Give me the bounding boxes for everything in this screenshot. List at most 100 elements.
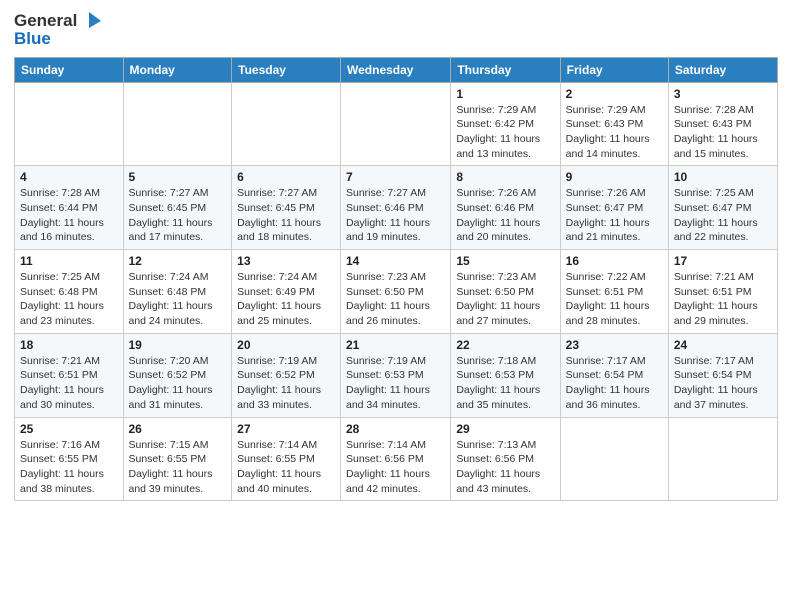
calendar-cell: 3Sunrise: 7:28 AM Sunset: 6:43 PM Daylig… (668, 82, 777, 166)
week-row-1: 4 Sunrise: 7:28 AM Sunset: 6:44 PM Daylig… (15, 166, 778, 250)
calendar-cell: 13Sunrise: 7:24 AM Sunset: 6:49 PM Dayli… (232, 250, 341, 334)
cell-info: Sunrise: 7:24 AM Sunset: 6:49 PM Dayligh… (237, 270, 335, 329)
cell-info: Sunrise: 7:27 AM Sunset: 6:45 PM Dayligh… (129, 186, 227, 245)
cell-info: Sunrise: 7:17 AM Sunset: 6:54 PM Dayligh… (674, 354, 772, 413)
cell-info: Sunrise: 7:27 AM Sunset: 6:46 PM Dayligh… (346, 186, 445, 245)
cell-info: Sunrise: 7:19 AM Sunset: 6:53 PM Dayligh… (346, 354, 445, 413)
cell-day-number: 24 (674, 338, 772, 352)
cell-info: Sunrise: 7:16 AM Sunset: 6:55 PM Dayligh… (20, 438, 118, 497)
calendar-body: 1 Sunrise: 7:29 AM Sunset: 6:42 PM Daylig… (15, 82, 778, 501)
cell-info: Sunrise: 7:29 AM Sunset: 6:42 PM Dayligh… (456, 103, 554, 162)
cell-info: Sunrise: 7:15 AM Sunset: 6:55 PM Dayligh… (129, 438, 227, 497)
cell-day-number: 3 (674, 87, 772, 101)
logo-blue-text: Blue (14, 29, 51, 49)
week-row-3: 18 Sunrise: 7:21 AM Sunset: 6:51 PM Dayli… (15, 333, 778, 417)
cell-day-number: 22 (456, 338, 554, 352)
weekday-header-friday: Friday (560, 57, 668, 82)
calendar-header: SundayMondayTuesdayWednesdayThursdayFrid… (15, 57, 778, 82)
cell-info: Sunrise: 7:26 AM Sunset: 6:46 PM Dayligh… (456, 186, 554, 245)
cell-info: Sunrise: 7:28 AM Sunset: 6:44 PM Dayligh… (20, 186, 118, 245)
cell-day-number: 6 (237, 170, 335, 184)
weekday-header-saturday: Saturday (668, 57, 777, 82)
calendar-cell: 24 Sunrise: 7:17 AM Sunset: 6:54 PM Dayli… (668, 333, 777, 417)
calendar-cell: 12 Sunrise: 7:24 AM Sunset: 6:48 PM Dayli… (123, 250, 232, 334)
calendar-cell (123, 82, 232, 166)
cell-day-number: 27 (237, 422, 335, 436)
calendar-cell: 8 Sunrise: 7:26 AM Sunset: 6:46 PM Daylig… (451, 166, 560, 250)
weekday-header-monday: Monday (123, 57, 232, 82)
cell-info: Sunrise: 7:27 AM Sunset: 6:45 PM Dayligh… (237, 186, 335, 245)
cell-info: Sunrise: 7:24 AM Sunset: 6:48 PM Dayligh… (129, 270, 227, 329)
calendar-cell: 17 Sunrise: 7:21 AM Sunset: 6:51 PM Dayli… (668, 250, 777, 334)
calendar-cell: 23Sunrise: 7:17 AM Sunset: 6:54 PM Dayli… (560, 333, 668, 417)
cell-info: Sunrise: 7:21 AM Sunset: 6:51 PM Dayligh… (20, 354, 118, 413)
calendar-cell: 4 Sunrise: 7:28 AM Sunset: 6:44 PM Daylig… (15, 166, 124, 250)
calendar-cell: 26 Sunrise: 7:15 AM Sunset: 6:55 PM Dayli… (123, 417, 232, 501)
calendar-cell (560, 417, 668, 501)
cell-day-number: 9 (566, 170, 663, 184)
logo-arrow-icon (79, 10, 101, 32)
cell-info: Sunrise: 7:14 AM Sunset: 6:56 PM Dayligh… (346, 438, 445, 497)
calendar-cell: 14 Sunrise: 7:23 AM Sunset: 6:50 PM Dayli… (341, 250, 451, 334)
cell-info: Sunrise: 7:21 AM Sunset: 6:51 PM Dayligh… (674, 270, 772, 329)
header: General Blue (14, 10, 778, 49)
cell-day-number: 5 (129, 170, 227, 184)
calendar-cell: 9 Sunrise: 7:26 AM Sunset: 6:47 PM Daylig… (560, 166, 668, 250)
calendar-table: SundayMondayTuesdayWednesdayThursdayFrid… (14, 57, 778, 502)
calendar-cell: 18 Sunrise: 7:21 AM Sunset: 6:51 PM Dayli… (15, 333, 124, 417)
cell-day-number: 29 (456, 422, 554, 436)
calendar-cell: 2Sunrise: 7:29 AM Sunset: 6:43 PM Daylig… (560, 82, 668, 166)
page: General Blue SundayMondayTuesdayWednesda… (0, 0, 792, 612)
calendar-cell: 28 Sunrise: 7:14 AM Sunset: 6:56 PM Dayli… (341, 417, 451, 501)
cell-info: Sunrise: 7:13 AM Sunset: 6:56 PM Dayligh… (456, 438, 554, 497)
cell-day-number: 12 (129, 254, 227, 268)
cell-info: Sunrise: 7:25 AM Sunset: 6:48 PM Dayligh… (20, 270, 118, 329)
cell-info: Sunrise: 7:25 AM Sunset: 6:47 PM Dayligh… (674, 186, 772, 245)
calendar-cell: 21 Sunrise: 7:19 AM Sunset: 6:53 PM Dayli… (341, 333, 451, 417)
cell-info: Sunrise: 7:23 AM Sunset: 6:50 PM Dayligh… (346, 270, 445, 329)
cell-day-number: 15 (456, 254, 554, 268)
cell-day-number: 21 (346, 338, 445, 352)
calendar-cell: 22 Sunrise: 7:18 AM Sunset: 6:53 PM Dayli… (451, 333, 560, 417)
cell-day-number: 17 (674, 254, 772, 268)
cell-day-number: 26 (129, 422, 227, 436)
weekday-header-sunday: Sunday (15, 57, 124, 82)
calendar-cell (232, 82, 341, 166)
weekday-header-wednesday: Wednesday (341, 57, 451, 82)
cell-day-number: 1 (456, 87, 554, 101)
cell-day-number: 16 (566, 254, 663, 268)
calendar-cell: 1 Sunrise: 7:29 AM Sunset: 6:42 PM Daylig… (451, 82, 560, 166)
calendar-cell: 11Sunrise: 7:25 AM Sunset: 6:48 PM Dayli… (15, 250, 124, 334)
calendar-cell: 20Sunrise: 7:19 AM Sunset: 6:52 PM Dayli… (232, 333, 341, 417)
calendar-cell: 7Sunrise: 7:27 AM Sunset: 6:46 PM Daylig… (341, 166, 451, 250)
cell-info: Sunrise: 7:17 AM Sunset: 6:54 PM Dayligh… (566, 354, 663, 413)
cell-day-number: 14 (346, 254, 445, 268)
cell-info: Sunrise: 7:18 AM Sunset: 6:53 PM Dayligh… (456, 354, 554, 413)
calendar-cell: 10Sunrise: 7:25 AM Sunset: 6:47 PM Dayli… (668, 166, 777, 250)
cell-day-number: 8 (456, 170, 554, 184)
calendar-cell: 15 Sunrise: 7:23 AM Sunset: 6:50 PM Dayli… (451, 250, 560, 334)
calendar-cell (15, 82, 124, 166)
cell-info: Sunrise: 7:26 AM Sunset: 6:47 PM Dayligh… (566, 186, 663, 245)
cell-info: Sunrise: 7:14 AM Sunset: 6:55 PM Dayligh… (237, 438, 335, 497)
calendar-cell: 16 Sunrise: 7:22 AM Sunset: 6:51 PM Dayli… (560, 250, 668, 334)
week-row-2: 11Sunrise: 7:25 AM Sunset: 6:48 PM Dayli… (15, 250, 778, 334)
cell-day-number: 20 (237, 338, 335, 352)
week-row-4: 25 Sunrise: 7:16 AM Sunset: 6:55 PM Dayli… (15, 417, 778, 501)
cell-info: Sunrise: 7:22 AM Sunset: 6:51 PM Dayligh… (566, 270, 663, 329)
cell-day-number: 19 (129, 338, 227, 352)
cell-info: Sunrise: 7:23 AM Sunset: 6:50 PM Dayligh… (456, 270, 554, 329)
cell-day-number: 18 (20, 338, 118, 352)
cell-day-number: 4 (20, 170, 118, 184)
cell-day-number: 2 (566, 87, 663, 101)
calendar-cell (341, 82, 451, 166)
calendar-cell: 5 Sunrise: 7:27 AM Sunset: 6:45 PM Daylig… (123, 166, 232, 250)
weekday-header-tuesday: Tuesday (232, 57, 341, 82)
week-row-0: 1 Sunrise: 7:29 AM Sunset: 6:42 PM Daylig… (15, 82, 778, 166)
calendar-cell: 27 Sunrise: 7:14 AM Sunset: 6:55 PM Dayli… (232, 417, 341, 501)
calendar-cell: 19 Sunrise: 7:20 AM Sunset: 6:52 PM Dayli… (123, 333, 232, 417)
cell-day-number: 25 (20, 422, 118, 436)
cell-day-number: 28 (346, 422, 445, 436)
weekday-header-thursday: Thursday (451, 57, 560, 82)
cell-info: Sunrise: 7:20 AM Sunset: 6:52 PM Dayligh… (129, 354, 227, 413)
